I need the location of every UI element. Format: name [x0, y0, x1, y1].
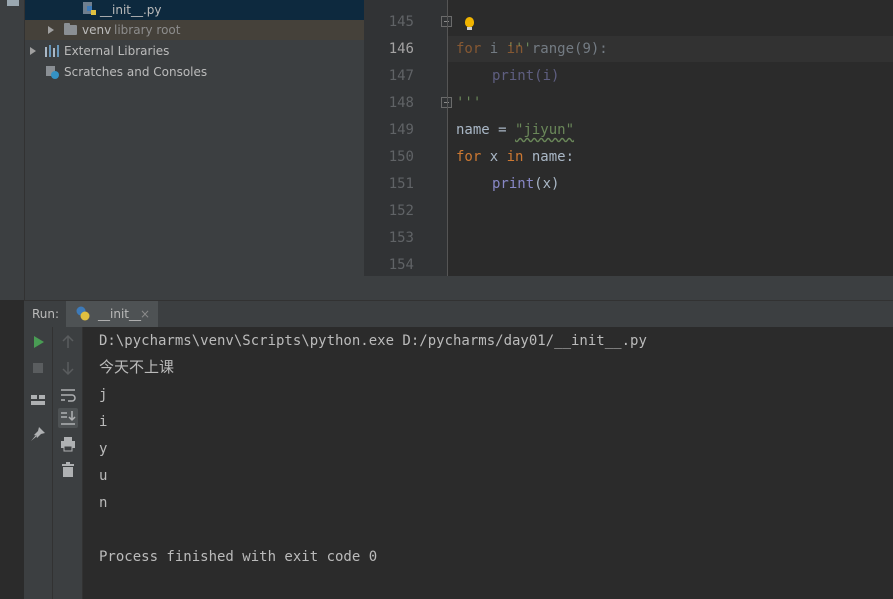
run-tab-init[interactable]: __init__ × — [66, 301, 158, 327]
expand-arrow-icon[interactable] — [30, 47, 36, 55]
tree-item-label: venv — [82, 23, 112, 37]
scroll-to-end-icon[interactable] — [58, 408, 78, 428]
pycharm-window: __init__.py venv library root External L… — [0, 0, 893, 599]
library-icon — [45, 45, 61, 57]
tree-item-scratches[interactable]: Scratches and Consoles — [25, 62, 364, 82]
tree-item-label: __init__.py — [100, 3, 162, 17]
code-line-150: for x in name: — [456, 149, 575, 165]
tree-item-label: Scratches and Consoles — [64, 65, 208, 79]
line-number: 149 — [388, 122, 414, 138]
pin-icon[interactable] — [28, 424, 48, 444]
line-number: 151 — [388, 176, 414, 192]
line-number-current: 146 — [388, 41, 414, 57]
code-line-145: ''' — [506, 41, 532, 57]
console-line: n — [99, 495, 108, 511]
code-line-146: for i in range(9): — [456, 41, 608, 57]
line-number: 154 — [388, 257, 414, 273]
console-line: u — [99, 468, 108, 484]
editor-horizontal-scrollbar[interactable] — [364, 276, 893, 300]
line-number: 152 — [388, 203, 414, 219]
console-line-exit-status: Process finished with exit code 0 — [99, 549, 378, 565]
tree-item-external-libraries[interactable]: External Libraries — [25, 41, 364, 61]
project-tree: __init__.py venv library root External L… — [25, 0, 364, 300]
line-number: 153 — [388, 230, 414, 246]
rerun-icon[interactable] — [28, 332, 48, 352]
run-toolbar-secondary — [53, 327, 83, 599]
soft-wrap-icon[interactable] — [58, 384, 78, 404]
project-tool-strip — [0, 0, 25, 300]
code-editor[interactable]: 145 146 147 148 149 150 151 152 153 154 … — [364, 0, 893, 300]
down-arrow-icon[interactable] — [58, 358, 78, 378]
run-panel-title: Run: — [32, 307, 60, 321]
line-number: 145 — [388, 14, 414, 30]
python-icon — [76, 306, 90, 321]
code-line-148: ''' — [456, 95, 482, 111]
run-panel-header: Run: __init__ × — [24, 300, 893, 328]
scratches-icon — [46, 66, 59, 79]
console-line: y — [99, 441, 108, 457]
close-icon[interactable]: × — [140, 301, 150, 327]
run-console-output[interactable]: D:\pycharms\venv\Scripts\python.exe D:/p… — [83, 327, 893, 599]
console-line: D:\pycharms\venv\Scripts\python.exe D:/p… — [99, 333, 647, 349]
tree-item-init-py[interactable]: __init__.py — [25, 0, 364, 20]
layout-icon[interactable] — [28, 390, 48, 410]
console-line: 今天不上课 — [99, 358, 175, 376]
line-number: 148 — [388, 95, 414, 111]
line-number-gutter: 145 146 147 148 149 150 151 152 153 154 — [364, 0, 452, 276]
tree-item-label: External Libraries — [64, 44, 170, 58]
tree-item-venv[interactable]: venv library root — [25, 20, 364, 40]
console-line: i — [99, 414, 108, 430]
stop-icon[interactable] — [28, 358, 48, 378]
project-tool-button[interactable] — [7, 0, 19, 6]
run-toolbar-primary — [24, 327, 53, 599]
python-file-icon — [83, 2, 96, 15]
print-icon[interactable] — [58, 434, 78, 454]
code-line-149: name = "jiyun" — [456, 122, 575, 138]
code-line-151: print(x) — [492, 176, 560, 192]
console-line: j — [99, 387, 108, 403]
code-line-147: print(i) — [492, 68, 560, 84]
trash-icon[interactable] — [58, 460, 78, 480]
line-number: 150 — [388, 149, 414, 165]
run-tab-label: __init__ — [98, 307, 141, 321]
up-arrow-icon[interactable] — [58, 332, 78, 352]
folder-icon — [64, 23, 77, 35]
tree-item-sublabel: library root — [114, 23, 181, 37]
expand-arrow-icon[interactable] — [48, 26, 54, 34]
line-number: 147 — [388, 68, 414, 84]
